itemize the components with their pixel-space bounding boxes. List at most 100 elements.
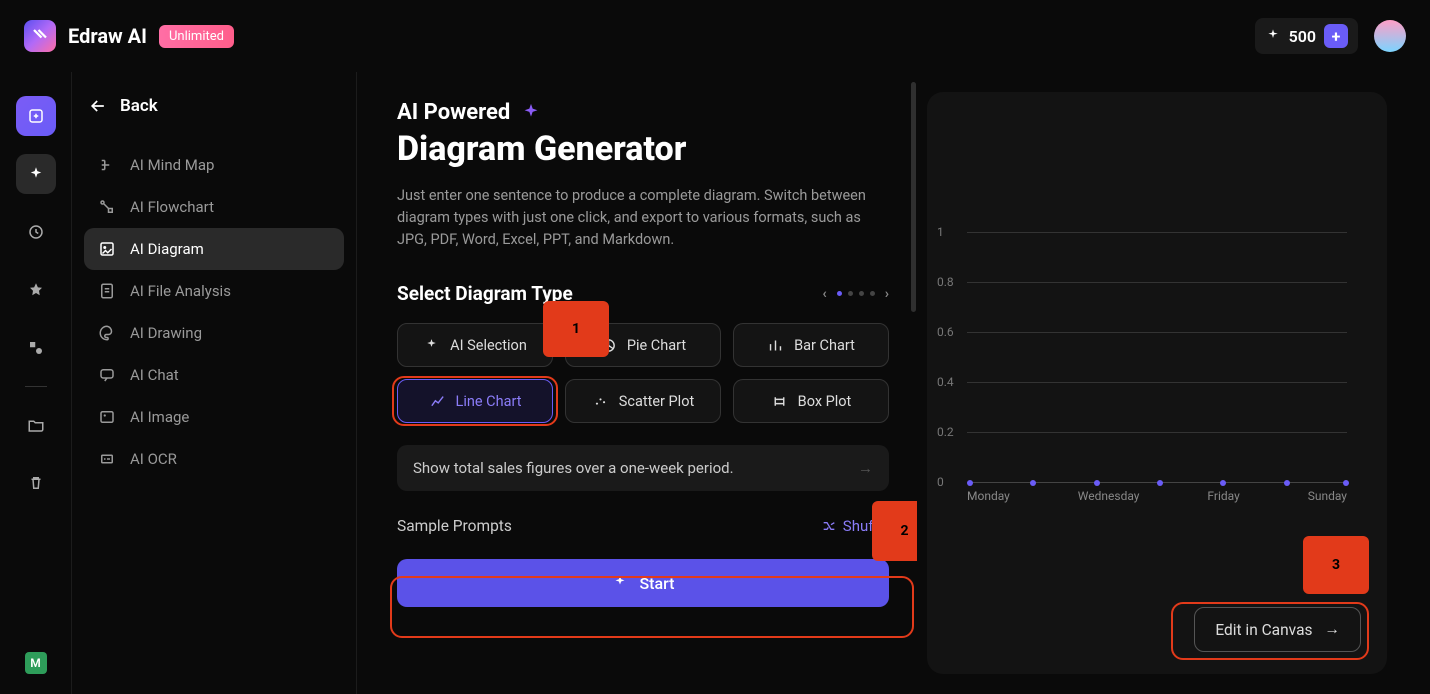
rail-trash-button[interactable] <box>16 463 56 503</box>
chart-preview: 1 0.8 0.6 0.4 0.2 0 Monday Wednesday Fri… <box>927 92 1387 607</box>
chip-ai-selection[interactable]: AI Selection <box>397 323 553 367</box>
sidebar-item-label: AI Flowchart <box>130 198 214 216</box>
chip-label: Pie Chart <box>627 337 686 354</box>
x-tick: Monday <box>967 489 1010 503</box>
sidebar-item-diagram[interactable]: AI Diagram <box>84 228 344 270</box>
brand-name: Edraw AI <box>68 24 147 48</box>
plan-badge: Unlimited <box>159 25 234 48</box>
annotation-number: 1 <box>572 321 580 337</box>
sidebar-item-ocr[interactable]: AI OCR <box>84 438 344 480</box>
rail-ai-button[interactable] <box>16 154 56 194</box>
file-icon <box>98 282 116 300</box>
sidebar-item-label: AI OCR <box>130 450 177 468</box>
chip-label: Line Chart <box>456 393 522 410</box>
center-column: AI Powered Diagram Generator Just enter … <box>357 72 917 694</box>
chevron-left-icon[interactable]: ‹ <box>822 286 826 302</box>
sidebar-item-chat[interactable]: AI Chat <box>84 354 344 396</box>
pager-dot[interactable] <box>859 291 864 296</box>
annotation-callout-2: 2 <box>872 501 917 561</box>
pager-dot[interactable] <box>870 291 875 296</box>
sidebar-item-drawing[interactable]: AI Drawing <box>84 312 344 354</box>
arrow-right-icon: → <box>1325 620 1341 639</box>
credits-value: 500 <box>1289 27 1316 46</box>
pager-dot[interactable] <box>848 291 853 296</box>
avatar[interactable] <box>1374 20 1406 52</box>
sidebar-item-label: AI Drawing <box>130 324 202 342</box>
prompt-input[interactable]: Show total sales figures over a one-week… <box>397 445 889 491</box>
flowchart-icon <box>98 198 116 216</box>
arrow-right-icon[interactable]: → <box>858 459 873 477</box>
gridline: 0.2 <box>967 432 1347 482</box>
y-tick: 0.4 <box>937 375 954 389</box>
gridline: 0.6 <box>967 332 1347 382</box>
rail-folder-button[interactable] <box>16 405 56 445</box>
chevron-right-icon[interactable]: › <box>885 286 889 302</box>
rail-footer: M <box>25 652 47 674</box>
sidebar-item-label: AI Chat <box>130 366 179 384</box>
rail-create-button[interactable] <box>16 96 56 136</box>
chip-scatter-plot[interactable]: Scatter Plot <box>565 379 721 423</box>
sidebar-item-mindmap[interactable]: AI Mind Map <box>84 144 344 186</box>
topbar-right: 500 + <box>1255 18 1406 54</box>
start-button[interactable]: Start <box>397 559 889 607</box>
start-label: Start <box>639 574 674 593</box>
sparkle-icon <box>1265 28 1281 44</box>
data-point <box>967 480 973 486</box>
image-icon <box>98 408 116 426</box>
sidebar-item-label: AI Image <box>130 408 189 426</box>
y-tick: 0.8 <box>937 275 954 289</box>
chip-box-plot[interactable]: Box Plot <box>733 379 889 423</box>
y-tick: 0.6 <box>937 325 954 339</box>
palette-icon <box>98 324 116 342</box>
pager-dots <box>837 291 875 296</box>
y-tick: 0.2 <box>937 425 954 439</box>
sidebar: Back AI Mind Map AI Flowchart AI Diagram… <box>72 72 357 694</box>
sample-prompts-label: Sample Prompts <box>397 517 512 535</box>
sidebar-item-file-analysis[interactable]: AI File Analysis <box>84 270 344 312</box>
line-icon <box>429 393 446 410</box>
data-point <box>1343 480 1349 486</box>
type-pager: ‹ › <box>822 286 889 302</box>
header-kicker: AI Powered <box>397 100 889 125</box>
sample-prompts-row: Sample Prompts Shuffle 2 <box>397 517 889 535</box>
brand-logo-icon <box>24 20 56 52</box>
back-label: Back <box>120 96 158 116</box>
m-badge[interactable]: M <box>25 652 47 674</box>
sidebar-item-label: AI Mind Map <box>130 156 214 174</box>
bar-icon <box>767 337 784 354</box>
page-title: Diagram Generator <box>397 129 889 169</box>
data-point <box>1094 480 1100 486</box>
kicker-text: AI Powered <box>397 100 510 125</box>
mindmap-icon <box>98 156 116 174</box>
chat-icon <box>98 366 116 384</box>
rail-recent-button[interactable] <box>16 212 56 252</box>
chip-label: AI Selection <box>450 337 527 354</box>
credits-pill[interactable]: 500 + <box>1255 18 1358 54</box>
back-button[interactable]: Back <box>84 96 344 116</box>
brand-group: Edraw AI Unlimited <box>24 20 234 52</box>
boxplot-icon <box>771 393 788 410</box>
x-tick: Wednesday <box>1078 489 1140 503</box>
scatter-icon <box>592 393 609 410</box>
sparkle-icon <box>611 574 629 592</box>
prompt-text: Show total sales figures over a one-week… <box>413 459 734 477</box>
x-ticks: Monday Wednesday Friday Sunday <box>967 483 1347 503</box>
sidebar-item-image[interactable]: AI Image <box>84 396 344 438</box>
diagram-type-grid: AI Selection Pie Chart Bar Chart Line Ch… <box>397 323 889 423</box>
edit-canvas-button[interactable]: Edit in Canvas → <box>1194 607 1361 652</box>
rail-star-button[interactable] <box>16 270 56 310</box>
annotation-callout-3: 3 <box>1303 536 1369 594</box>
sidebar-item-flowchart[interactable]: AI Flowchart <box>84 186 344 228</box>
nav-rail: M <box>0 72 72 694</box>
add-credits-button[interactable]: + <box>1324 24 1348 48</box>
scrollbar[interactable] <box>911 82 916 312</box>
sparkle-icon <box>520 102 542 124</box>
shuffle-icon <box>821 518 837 534</box>
pager-dot[interactable] <box>837 291 842 296</box>
sidebar-item-label: AI File Analysis <box>130 282 231 300</box>
rail-shapes-button[interactable] <box>16 328 56 368</box>
chip-bar-chart[interactable]: Bar Chart <box>733 323 889 367</box>
data-point <box>1157 480 1163 486</box>
annotation-callout-1: 1 <box>543 301 609 357</box>
chip-line-chart[interactable]: Line Chart <box>397 379 553 423</box>
